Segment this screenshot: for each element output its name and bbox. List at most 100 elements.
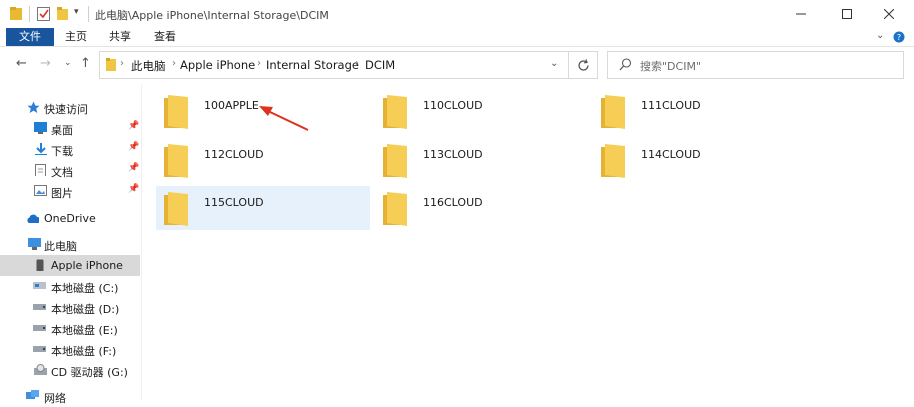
sidebar-item-label: 桌面 xyxy=(51,124,73,137)
sidebar-item-label: 下载 xyxy=(51,145,73,158)
pin-icon[interactable]: 📌 xyxy=(128,121,139,131)
folder-name: 115CLOUD xyxy=(204,196,264,209)
sidebar-item-this-pc[interactable]: 此电脑 xyxy=(0,234,140,255)
chevron-right-icon: › xyxy=(257,58,261,69)
chevron-down-icon[interactable]: ⌄ xyxy=(550,58,558,69)
folder-tile[interactable]: 100APPLE xyxy=(156,89,370,133)
sidebar-item-drive-e[interactable]: 本地磁盘 (E:) xyxy=(0,318,140,339)
sidebar-item-pictures[interactable]: 图片 📌 xyxy=(0,181,140,202)
breadcrumb-this-pc[interactable]: 此电脑 xyxy=(131,58,166,74)
cd-drive-icon xyxy=(34,364,47,375)
title-bar: ▾ 此电脑\Apple iPhone\Internal Storage\DCIM xyxy=(0,0,914,28)
breadcrumb-internal-storage[interactable]: Internal Storage xyxy=(266,58,359,72)
tab-file[interactable]: 文件 xyxy=(6,28,54,46)
refresh-icon xyxy=(577,58,589,71)
sidebar-item-label: 此电脑 xyxy=(44,240,77,253)
folder-icon xyxy=(10,7,22,20)
sidebar-item-quick-access[interactable]: 快速访问 xyxy=(0,97,140,118)
tab-share[interactable]: 共享 xyxy=(102,28,138,46)
maximize-icon xyxy=(842,9,852,19)
folder-icon xyxy=(383,192,407,226)
sidebar-item-apple-iphone[interactable]: Apple iPhone xyxy=(0,255,140,276)
folder-tile[interactable]: 111CLOUD xyxy=(593,89,807,133)
folder-icon xyxy=(383,144,407,178)
tab-home[interactable]: 主页 xyxy=(58,28,94,46)
chevron-right-icon: › xyxy=(120,58,124,69)
properties-icon[interactable] xyxy=(37,7,51,21)
star-icon xyxy=(27,101,40,113)
folder-icon xyxy=(106,58,116,71)
search-box[interactable]: 搜索"DCIM" xyxy=(607,51,904,79)
tab-view[interactable]: 查看 xyxy=(147,28,183,46)
customize-toolbar-dropdown-icon[interactable]: ▾ xyxy=(74,7,79,17)
download-icon xyxy=(35,143,47,155)
navigation-pane: 快速访问 桌面 📌 下载 📌 文档 📌 图片 📌 OneDrive 此电脑 Ap… xyxy=(0,84,142,405)
phone-icon xyxy=(36,259,44,271)
folder-icon xyxy=(164,192,188,226)
desktop-icon xyxy=(34,122,47,134)
window-title: 此电脑\Apple iPhone\Internal Storage\DCIM xyxy=(95,9,329,22)
sidebar-item-cd-drive[interactable]: CD 驱动器 (G:) xyxy=(0,360,140,381)
pin-icon[interactable]: 📌 xyxy=(128,142,139,152)
folder-name: 116CLOUD xyxy=(423,196,483,209)
drive-icon xyxy=(33,304,46,310)
navigation-bar: ← → ⌄ ↑ › 此电脑 › Apple iPhone › Internal … xyxy=(0,47,914,83)
folder-tile[interactable]: 112CLOUD xyxy=(156,138,370,182)
sidebar-item-drive-c[interactable]: 本地磁盘 (C:) xyxy=(0,276,140,297)
breadcrumb-dcim[interactable]: DCIM xyxy=(365,58,395,72)
sidebar-item-downloads[interactable]: 下载 📌 xyxy=(0,139,140,160)
chevron-right-icon: › xyxy=(355,58,359,69)
sidebar-item-drive-d[interactable]: 本地磁盘 (D:) xyxy=(0,297,140,318)
forward-icon[interactable]: → xyxy=(40,56,51,71)
folder-name: 114CLOUD xyxy=(641,148,701,161)
divider xyxy=(88,6,89,22)
address-bar[interactable]: › 此电脑 › Apple iPhone › Internal Storage … xyxy=(99,51,569,79)
sidebar-item-label: 网络 xyxy=(44,392,66,405)
sidebar-item-label: 本地磁盘 (D:) xyxy=(51,303,120,316)
folder-name: 100APPLE xyxy=(204,99,259,112)
close-icon xyxy=(884,9,894,19)
folder-view: 100APPLE 110CLOUD 111CLOUD 112CLOUD 113C… xyxy=(142,84,914,400)
folder-icon xyxy=(164,95,188,129)
up-icon[interactable]: ↑ xyxy=(80,56,91,71)
folder-tile[interactable]: 115CLOUD xyxy=(156,186,370,230)
folder-tile[interactable]: 116CLOUD xyxy=(375,186,589,230)
close-button[interactable] xyxy=(866,0,912,28)
refresh-button[interactable] xyxy=(568,51,598,79)
search-icon xyxy=(619,58,632,71)
computer-icon xyxy=(28,238,41,250)
expand-ribbon-icon[interactable]: ⌄ xyxy=(876,30,884,41)
pin-icon[interactable]: 📌 xyxy=(128,184,139,194)
folder-tile[interactable]: 113CLOUD xyxy=(375,138,589,182)
cloud-icon xyxy=(27,214,39,223)
drive-icon xyxy=(33,325,46,331)
sidebar-item-label: 图片 xyxy=(51,187,73,200)
folder-name: 112CLOUD xyxy=(204,148,264,161)
network-icon xyxy=(26,390,39,399)
sidebar-item-drive-f[interactable]: 本地磁盘 (F:) xyxy=(0,339,140,360)
folder-name: 113CLOUD xyxy=(423,148,483,161)
maximize-button[interactable] xyxy=(824,0,870,28)
minimize-icon xyxy=(796,13,806,15)
sidebar-item-desktop[interactable]: 桌面 📌 xyxy=(0,118,140,139)
new-folder-icon[interactable] xyxy=(57,7,69,21)
sidebar-item-documents[interactable]: 文档 📌 xyxy=(0,160,140,181)
sidebar-item-label: CD 驱动器 (G:) xyxy=(51,366,128,379)
folder-name: 110CLOUD xyxy=(423,99,483,112)
search-input[interactable]: 搜索"DCIM" xyxy=(640,58,701,74)
document-icon xyxy=(35,164,46,176)
minimize-button[interactable] xyxy=(778,0,824,28)
chevron-right-icon: › xyxy=(172,58,176,69)
recent-locations-icon[interactable]: ⌄ xyxy=(64,58,72,68)
folder-tile[interactable]: 114CLOUD xyxy=(593,138,807,182)
sidebar-item-network[interactable]: 网络 xyxy=(0,386,140,407)
help-icon[interactable]: ? xyxy=(893,31,905,43)
sidebar-item-label: 文档 xyxy=(51,166,73,179)
back-icon[interactable]: ← xyxy=(16,56,27,71)
pin-icon[interactable]: 📌 xyxy=(128,163,139,173)
drive-icon xyxy=(33,346,46,352)
breadcrumb-apple-iphone[interactable]: Apple iPhone xyxy=(180,58,255,72)
drive-icon xyxy=(33,282,46,289)
folder-tile[interactable]: 110CLOUD xyxy=(375,89,589,133)
sidebar-item-onedrive[interactable]: OneDrive xyxy=(0,208,140,229)
